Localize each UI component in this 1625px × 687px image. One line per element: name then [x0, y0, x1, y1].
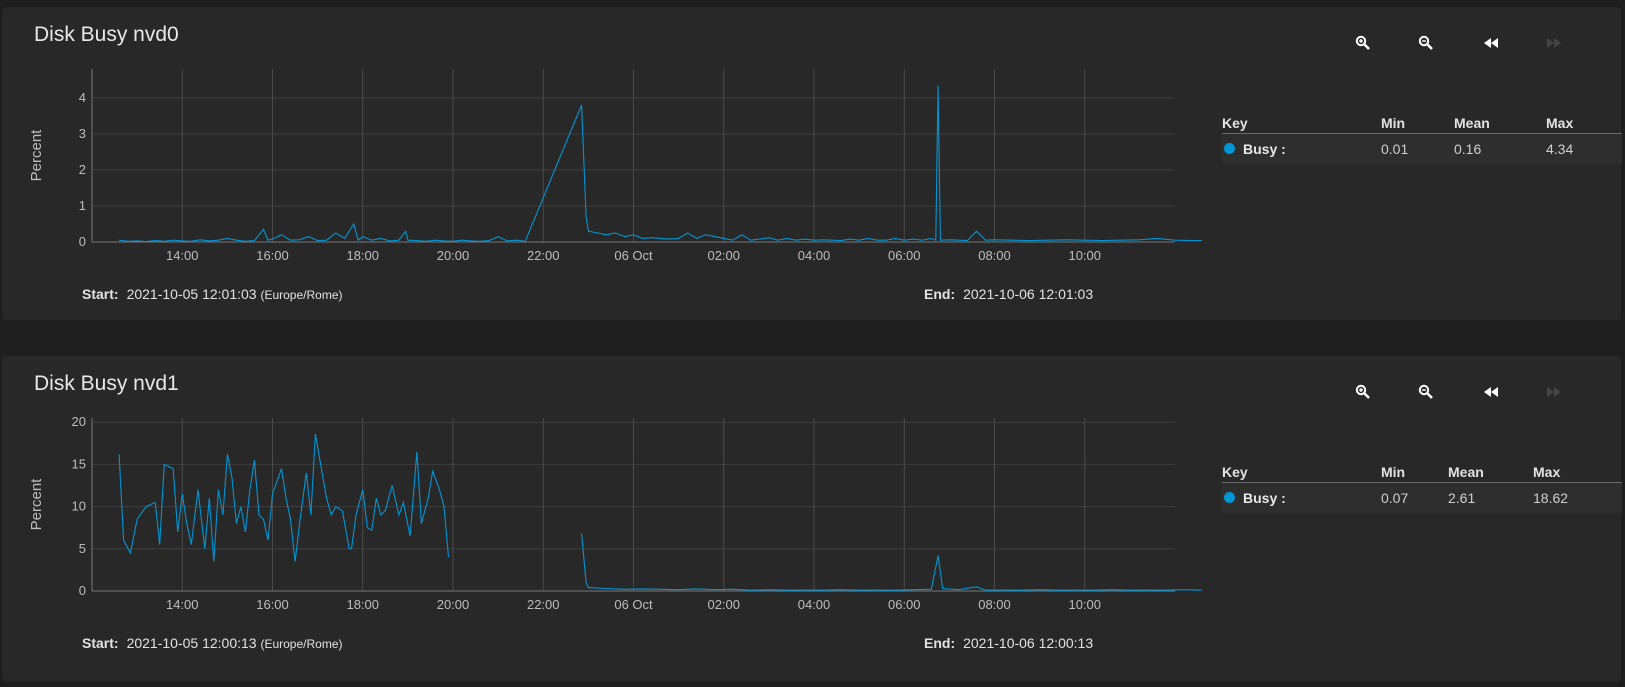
legend-min-value: 0.01: [1381, 141, 1409, 157]
line-chart: 0 5 10 15 20 14:00 16:00 18:00 20:00 22:00 06 Oct 0…: [28, 414, 1202, 612]
x-tick-label: 02:00: [707, 248, 740, 263]
legend-row[interactable]: Busy : 0.01 0.16 4.34: [1222, 134, 1622, 164]
fast-forward-button[interactable]: [1539, 28, 1569, 58]
y-tick-label: 0: [79, 583, 86, 598]
start-label: Start:: [82, 286, 119, 302]
legend-max-header: Max: [1546, 115, 1574, 131]
legend-max-value: 18.62: [1533, 490, 1569, 506]
x-tick-label: 16:00: [256, 597, 289, 612]
y-tick-label: 10: [72, 499, 86, 514]
legend-header: Key Min Mean Max: [1222, 460, 1622, 483]
y-tick-label: 2: [79, 162, 86, 177]
x-tick-label: 06 Oct: [614, 597, 653, 612]
y-tick-label: 3: [79, 126, 86, 141]
end-range: End: 2021-10-06 12:01:03: [924, 286, 1093, 302]
chart-card-nvd1: Disk Busy nvd1 0 5 10 15 20 14:00 16:00 18:00 20…: [2, 356, 1622, 682]
x-tick-label: 08:00: [978, 248, 1011, 263]
legend-row[interactable]: Busy : 0.07 2.61 18.62: [1222, 483, 1622, 513]
chart-toolbar: [1348, 28, 1578, 58]
end-range: End: 2021-10-06 12:00:13: [924, 635, 1093, 651]
zoom-out-button[interactable]: [1411, 28, 1441, 58]
legend-mean-value: 2.61: [1448, 490, 1476, 506]
fast-forward-icon: [1547, 38, 1561, 48]
legend-min-header: Min: [1381, 115, 1406, 131]
legend-series-name: Busy :: [1243, 490, 1286, 506]
start-range: Start: 2021-10-05 12:00:13 (Europe/Rome): [82, 635, 342, 651]
chart-toolbar: [1348, 377, 1578, 407]
legend-min-header: Min: [1381, 464, 1406, 480]
x-tick-label: 20:00: [437, 248, 470, 263]
fast-forward-button[interactable]: [1539, 377, 1569, 407]
x-tick-label: 06:00: [888, 597, 921, 612]
series-color-dot: [1224, 492, 1235, 503]
x-tick-label: 08:00: [978, 597, 1011, 612]
x-tick-label: 18:00: [346, 248, 379, 263]
line-chart: 0 1 2 3 4 14:00 16:00 18:00 20:00 22:00 06 Oct 02:0…: [28, 69, 1202, 263]
legend-min-value: 0.07: [1381, 490, 1409, 506]
zoom-out-button[interactable]: [1411, 377, 1441, 407]
rewind-button[interactable]: [1476, 377, 1506, 407]
start-value: 2021-10-05 12:00:13: [126, 635, 257, 651]
x-tick-label: 16:00: [256, 248, 289, 263]
legend-header: Key Min Mean Max: [1222, 111, 1622, 134]
chart-card-nvd0: Disk Busy nvd0 0 1 2 3 4 14:00 16:00 18:00 20:00…: [2, 7, 1622, 320]
y-tick-label: 20: [72, 414, 86, 429]
x-tick-label: 02:00: [707, 597, 740, 612]
chart-legend: Key Min Mean Max Busy : 0.07 2.61 18.62: [1222, 460, 1622, 513]
x-tick-label: 04:00: [798, 597, 831, 612]
x-tick-label: 10:00: [1068, 248, 1101, 263]
zoom-out-icon: [1418, 35, 1433, 50]
x-tick-label: 20:00: [437, 597, 470, 612]
zoom-in-icon: [1355, 35, 1370, 50]
legend-mean-value: 0.16: [1454, 141, 1482, 157]
x-tick-label: 10:00: [1068, 597, 1101, 612]
x-tick-label: 14:00: [166, 597, 199, 612]
timezone: (Europe/Rome): [260, 288, 343, 302]
legend-mean-header: Mean: [1454, 115, 1490, 131]
series-color-dot: [1224, 143, 1235, 154]
x-tick-label: 22:00: [527, 597, 560, 612]
y-tick-label: 1: [79, 198, 86, 213]
x-tick-label: 18:00: [346, 597, 379, 612]
x-tick-label: 04:00: [798, 248, 831, 263]
y-axis-label: Percent: [28, 129, 45, 182]
end-value: 2021-10-06 12:01:03: [963, 286, 1094, 302]
x-tick-label: 22:00: [527, 248, 560, 263]
rewind-icon: [1484, 387, 1498, 397]
legend-series-name: Busy :: [1243, 141, 1286, 157]
timezone: (Europe/Rome): [260, 637, 343, 651]
rewind-button[interactable]: [1476, 28, 1506, 58]
x-tick-label: 06:00: [888, 248, 921, 263]
y-tick-label: 5: [79, 541, 86, 556]
start-value: 2021-10-05 12:01:03: [126, 286, 257, 302]
zoom-out-icon: [1418, 384, 1433, 399]
series-line-busy: [118, 433, 1202, 591]
y-tick-label: 4: [79, 90, 86, 105]
start-range: Start: 2021-10-05 12:01:03 (Europe/Rome): [82, 286, 342, 302]
zoom-in-button[interactable]: [1348, 28, 1378, 58]
legend-mean-header: Mean: [1448, 464, 1484, 480]
series-line-busy: [119, 85, 1202, 243]
start-label: Start:: [82, 635, 119, 651]
end-label: End:: [924, 286, 956, 302]
y-tick-label: 15: [72, 456, 86, 471]
chart-legend: Key Min Mean Max Busy : 0.01 0.16 4.34: [1222, 111, 1622, 164]
y-tick-label: 0: [79, 234, 86, 249]
legend-key-header: Key: [1222, 464, 1248, 480]
zoom-in-button[interactable]: [1348, 377, 1378, 407]
legend-max-header: Max: [1533, 464, 1561, 480]
y-axis-label: Percent: [28, 478, 45, 531]
end-label: End:: [924, 635, 956, 651]
fast-forward-icon: [1547, 387, 1561, 397]
end-value: 2021-10-06 12:00:13: [963, 635, 1094, 651]
x-tick-label: 14:00: [166, 248, 199, 263]
legend-key-header: Key: [1222, 115, 1248, 131]
rewind-icon: [1484, 38, 1498, 48]
x-tick-label: 06 Oct: [614, 248, 653, 263]
legend-max-value: 4.34: [1546, 141, 1574, 157]
zoom-in-icon: [1355, 384, 1370, 399]
